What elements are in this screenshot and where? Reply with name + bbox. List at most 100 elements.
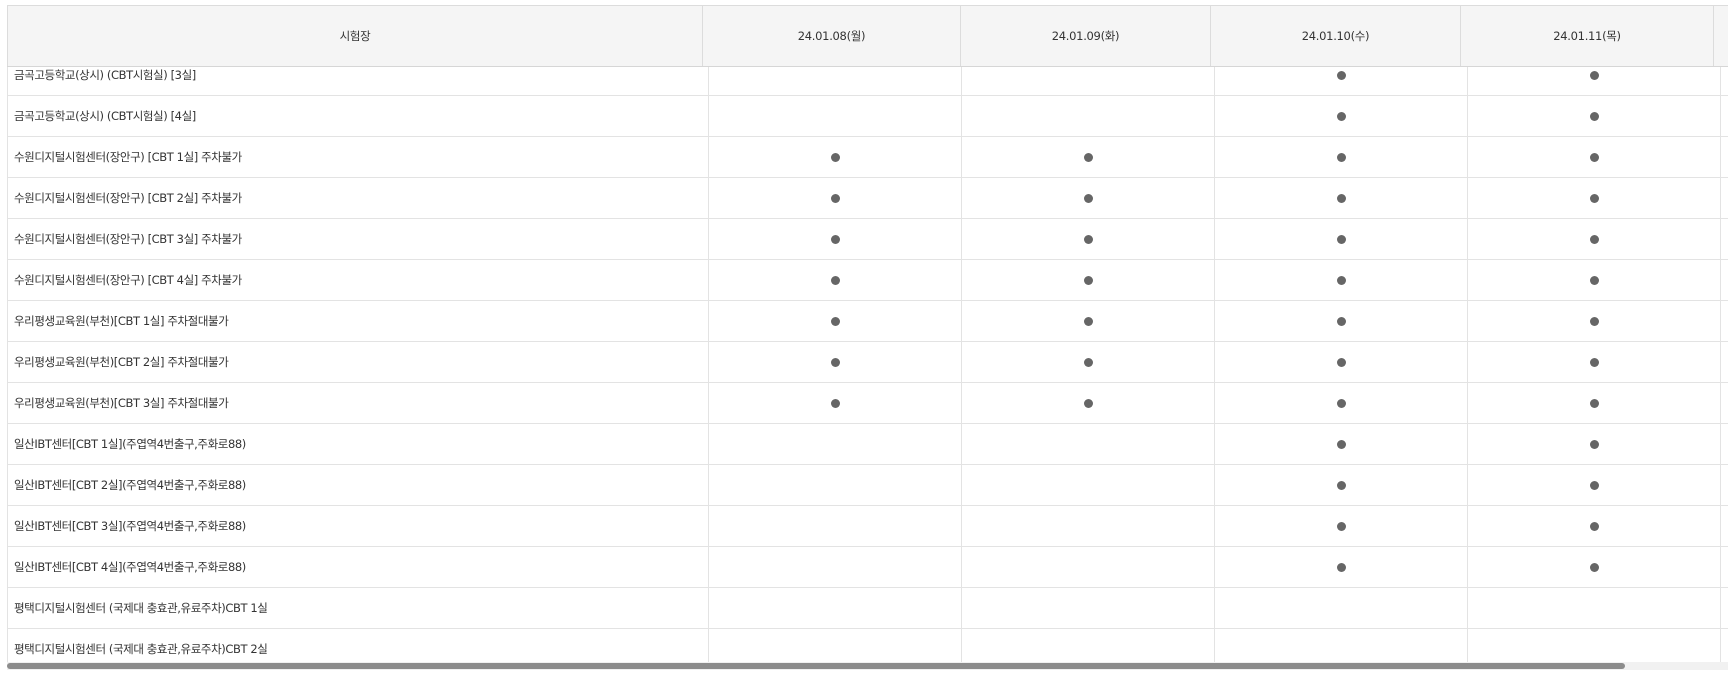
slot-cell[interactable]: [1468, 219, 1721, 259]
table-row[interactable]: 평택디지털시험센터 (국제대 충효관,유료주차)CBT 1실: [7, 588, 1728, 629]
table-row[interactable]: 평택디지털시험센터 (국제대 충효관,유료주차)CBT 2실: [7, 629, 1728, 664]
slot-cell[interactable]: [709, 260, 962, 300]
slot-cell: [1468, 588, 1721, 628]
available-dot-icon[interactable]: [830, 275, 840, 285]
table-body[interactable]: 금곡고등학교(상시) (CBT시험실) [3실] 금곡고등학교(상시) (CBT시…: [7, 67, 1728, 664]
slot-cell[interactable]: [1215, 424, 1468, 464]
slot-cell[interactable]: [709, 383, 962, 423]
exam-site-name: 우리평생교육원(부천)[CBT 3실] 주차절대불가: [7, 383, 709, 423]
slot-cell[interactable]: [1215, 465, 1468, 505]
slot-cell[interactable]: [1468, 67, 1721, 95]
available-dot-icon[interactable]: [1589, 398, 1599, 408]
available-dot-icon[interactable]: [830, 234, 840, 244]
available-dot-icon[interactable]: [1589, 193, 1599, 203]
horizontal-scrollbar-thumb[interactable]: [7, 663, 1625, 669]
slot-cell[interactable]: [1215, 506, 1468, 546]
table-row[interactable]: 일산IBT센터[CBT 3실](주엽역4번출구,주화로88): [7, 506, 1728, 547]
available-dot-icon[interactable]: [1336, 152, 1346, 162]
available-dot-icon[interactable]: [1336, 70, 1346, 80]
slot-cell[interactable]: [1215, 260, 1468, 300]
available-dot-icon[interactable]: [1083, 193, 1093, 203]
available-dot-icon[interactable]: [1083, 398, 1093, 408]
available-dot-icon[interactable]: [830, 398, 840, 408]
table-row[interactable]: 수원디지털시험센터(장안구) [CBT 2실] 주차불가: [7, 178, 1728, 219]
available-dot-icon[interactable]: [1589, 439, 1599, 449]
available-dot-icon[interactable]: [1589, 111, 1599, 121]
slot-cell[interactable]: [1468, 260, 1721, 300]
slot-cell[interactable]: [1468, 96, 1721, 136]
available-dot-icon[interactable]: [830, 152, 840, 162]
available-dot-icon[interactable]: [1589, 521, 1599, 531]
slot-cell[interactable]: [1215, 96, 1468, 136]
available-dot-icon[interactable]: [1083, 275, 1093, 285]
slot-cell[interactable]: [709, 178, 962, 218]
slot-cell[interactable]: [962, 178, 1215, 218]
slot-cell[interactable]: [1215, 547, 1468, 587]
slot-cell[interactable]: [1215, 383, 1468, 423]
table-row[interactable]: 우리평생교육원(부천)[CBT 2실] 주차절대불가: [7, 342, 1728, 383]
available-dot-icon[interactable]: [1336, 521, 1346, 531]
available-dot-icon[interactable]: [1589, 480, 1599, 490]
table-row[interactable]: 일산IBT센터[CBT 2실](주엽역4번출구,주화로88): [7, 465, 1728, 506]
slot-cell[interactable]: [962, 342, 1215, 382]
slot-cell[interactable]: [709, 137, 962, 177]
slot-cell[interactable]: [962, 137, 1215, 177]
slot-cell[interactable]: [1468, 137, 1721, 177]
available-dot-icon[interactable]: [1589, 357, 1599, 367]
slot-cell[interactable]: [962, 219, 1215, 259]
table-row[interactable]: 금곡고등학교(상시) (CBT시험실) [4실]: [7, 96, 1728, 137]
table-row[interactable]: 우리평생교육원(부천)[CBT 3실] 주차절대불가: [7, 383, 1728, 424]
available-dot-icon[interactable]: [1336, 480, 1346, 490]
slot-cell[interactable]: [1468, 342, 1721, 382]
available-dot-icon[interactable]: [1589, 70, 1599, 80]
slot-cell[interactable]: [709, 219, 962, 259]
available-dot-icon[interactable]: [830, 357, 840, 367]
slot-cell[interactable]: [1468, 178, 1721, 218]
available-dot-icon[interactable]: [1083, 357, 1093, 367]
available-dot-icon[interactable]: [1336, 234, 1346, 244]
available-dot-icon[interactable]: [830, 316, 840, 326]
available-dot-icon[interactable]: [1336, 275, 1346, 285]
available-dot-icon[interactable]: [1336, 562, 1346, 572]
available-dot-icon[interactable]: [1589, 234, 1599, 244]
available-dot-icon[interactable]: [1336, 111, 1346, 121]
available-dot-icon[interactable]: [1336, 316, 1346, 326]
available-dot-icon[interactable]: [1336, 439, 1346, 449]
table-row[interactable]: 수원디지털시험센터(장안구) [CBT 4실] 주차불가: [7, 260, 1728, 301]
available-dot-icon[interactable]: [1336, 398, 1346, 408]
slot-cell[interactable]: [1468, 465, 1721, 505]
table-row[interactable]: 수원디지털시험센터(장안구) [CBT 3실] 주차불가: [7, 219, 1728, 260]
table-row[interactable]: 우리평생교육원(부천)[CBT 1실] 주차절대불가: [7, 301, 1728, 342]
slot-cell[interactable]: [1215, 219, 1468, 259]
available-dot-icon[interactable]: [1589, 316, 1599, 326]
slot-cell[interactable]: [1215, 342, 1468, 382]
available-dot-icon[interactable]: [1083, 234, 1093, 244]
table-row[interactable]: 금곡고등학교(상시) (CBT시험실) [3실]: [7, 67, 1728, 96]
available-dot-icon[interactable]: [1589, 562, 1599, 572]
available-dot-icon[interactable]: [830, 193, 840, 203]
slot-cell[interactable]: [1468, 383, 1721, 423]
slot-cell[interactable]: [962, 301, 1215, 341]
slot-cell[interactable]: [1215, 178, 1468, 218]
table-row[interactable]: 일산IBT센터[CBT 4실](주엽역4번출구,주화로88): [7, 547, 1728, 588]
slot-cell[interactable]: [962, 260, 1215, 300]
slot-cell[interactable]: [962, 383, 1215, 423]
table-row[interactable]: 일산IBT센터[CBT 1실](주엽역4번출구,주화로88): [7, 424, 1728, 465]
table-row[interactable]: 수원디지털시험센터(장안구) [CBT 1실] 주차불가: [7, 137, 1728, 178]
available-dot-icon[interactable]: [1083, 152, 1093, 162]
available-dot-icon[interactable]: [1336, 193, 1346, 203]
available-dot-icon[interactable]: [1336, 357, 1346, 367]
slot-cell[interactable]: [1215, 137, 1468, 177]
horizontal-scrollbar[interactable]: [7, 662, 1728, 670]
slot-cell[interactable]: [1468, 424, 1721, 464]
slot-cell[interactable]: [709, 342, 962, 382]
slot-cell[interactable]: [1468, 506, 1721, 546]
slot-cell[interactable]: [1215, 67, 1468, 95]
slot-cell[interactable]: [1215, 301, 1468, 341]
slot-cell[interactable]: [1468, 301, 1721, 341]
slot-cell[interactable]: [1468, 547, 1721, 587]
available-dot-icon[interactable]: [1589, 152, 1599, 162]
available-dot-icon[interactable]: [1589, 275, 1599, 285]
available-dot-icon[interactable]: [1083, 316, 1093, 326]
slot-cell[interactable]: [709, 301, 962, 341]
